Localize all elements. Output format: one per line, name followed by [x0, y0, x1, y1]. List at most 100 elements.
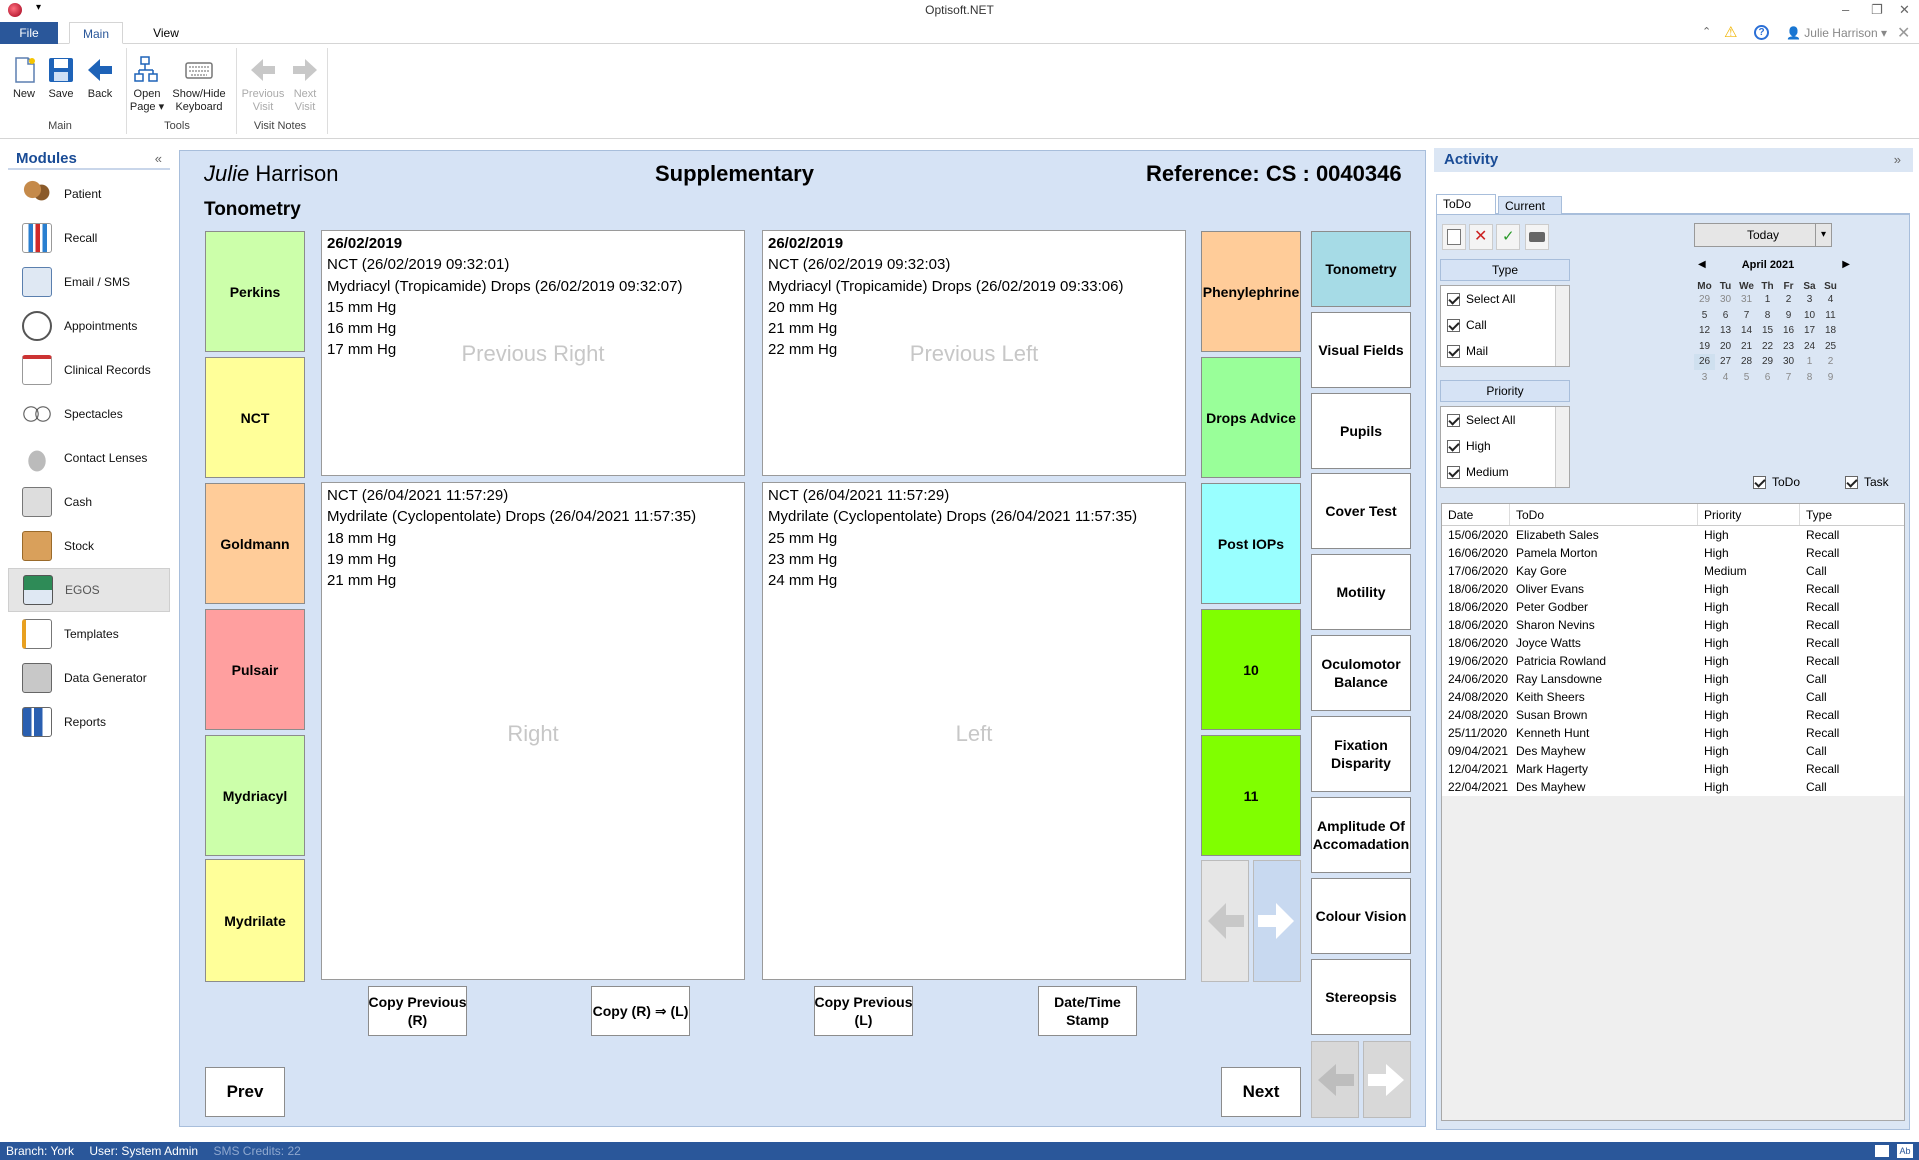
calendar-next-icon[interactable]: ▶	[1842, 259, 1850, 270]
type-select-all[interactable]: Select All	[1441, 286, 1569, 312]
calendar-day[interactable]: 1	[1757, 292, 1778, 308]
restore-button[interactable]: ❐	[1871, 2, 1883, 18]
calendar-day[interactable]: 28	[1736, 354, 1757, 370]
tab-view[interactable]: View	[144, 22, 188, 44]
nav-colour-vision[interactable]: Colour Vision	[1311, 878, 1411, 954]
module-email-sms[interactable]: Email / SMS	[8, 260, 170, 304]
calendar-day[interactable]: 24	[1799, 339, 1820, 355]
calendar-day[interactable]: 17	[1799, 323, 1820, 339]
tab-current[interactable]: Current	[1498, 196, 1562, 214]
nav-pupils[interactable]: Pupils	[1311, 393, 1411, 469]
module-recall[interactable]: Recall	[8, 216, 170, 260]
module-templates[interactable]: Templates	[8, 612, 170, 656]
right-panel[interactable]: NCT (26/04/2021 11:57:29) Mydrilate (Cycl…	[321, 482, 745, 980]
nav-visual-fields[interactable]: Visual Fields	[1311, 312, 1411, 388]
nav-stereopsis[interactable]: Stereopsis	[1311, 959, 1411, 1035]
perkins-button[interactable]: Perkins	[205, 231, 305, 352]
calendar-day[interactable]: 3	[1799, 292, 1820, 308]
column-type[interactable]: Type	[1800, 504, 1904, 525]
checkbox-checked-icon[interactable]	[1845, 476, 1858, 490]
new-activity-button[interactable]	[1442, 224, 1466, 250]
priority-filter-list[interactable]: Select All High Medium	[1440, 406, 1570, 488]
calendar-day[interactable]: 12	[1694, 323, 1715, 339]
status-text-size-icon[interactable]: Ab	[1897, 1144, 1913, 1158]
calendar-day[interactable]: 21	[1736, 339, 1757, 355]
user-menu[interactable]: 👤 Julie Harrison ▾	[1786, 26, 1887, 40]
status-window-icon[interactable]	[1875, 1145, 1889, 1157]
nav-page-left-button[interactable]	[1311, 1041, 1359, 1118]
previous-left-panel[interactable]: 26/02/2019 NCT (26/02/2019 09:32:03) Mydri…	[762, 230, 1186, 476]
calendar-day[interactable]: 22	[1757, 339, 1778, 355]
tab-todo[interactable]: ToDo	[1436, 194, 1496, 214]
module-stock[interactable]: Stock	[8, 524, 170, 568]
nct-button[interactable]: NCT	[205, 357, 305, 478]
nav-page-right-button[interactable]	[1363, 1041, 1411, 1118]
priority-medium[interactable]: Medium	[1441, 459, 1569, 485]
close-window-button[interactable]: ✕	[1899, 2, 1910, 18]
nav-amplitude-of-accomadation[interactable]: Amplitude Of Accomadation	[1311, 797, 1411, 873]
close-app-icon[interactable]: ✕	[1897, 23, 1910, 43]
calendar-day[interactable]: 30	[1778, 354, 1799, 370]
ribbon-collapse-icon[interactable]: ⌃	[1702, 25, 1711, 38]
table-row[interactable]: 15/06/2020 Elizabeth Sales High Recall	[1442, 526, 1904, 544]
calendar-day[interactable]: 30	[1715, 292, 1736, 308]
calendar-day[interactable]: 27	[1715, 354, 1736, 370]
today-dropdown-icon[interactable]: ▾	[1815, 224, 1831, 246]
nav-fixation-disparity[interactable]: Fixation Disparity	[1311, 716, 1411, 792]
table-row[interactable]: 18/06/2020 Peter Godber High Recall	[1442, 598, 1904, 616]
mydriacyl-button[interactable]: Mydriacyl	[205, 735, 305, 856]
module-spectacles[interactable]: Spectacles	[8, 392, 170, 436]
calendar-day[interactable]: 8	[1799, 370, 1820, 386]
warning-icon[interactable]: ⚠	[1724, 23, 1737, 41]
calendar-day[interactable]: 9	[1820, 370, 1841, 386]
priority-select-all[interactable]: Select All	[1441, 407, 1569, 433]
copy-right-to-left-button[interactable]: Copy (R) ⇒ (L)	[591, 986, 690, 1036]
minimize-button[interactable]: ‒	[1842, 2, 1849, 17]
previous-right-panel[interactable]: 26/02/2019 NCT (26/02/2019 09:32:01) Mydri…	[321, 230, 745, 476]
module-contact-lenses[interactable]: Contact Lenses	[8, 436, 170, 480]
table-row[interactable]: 25/11/2020 Kenneth Hunt High Recall	[1442, 724, 1904, 742]
previous-visit-button[interactable]: Previous Visit	[241, 50, 285, 114]
calendar-day[interactable]: 7	[1778, 370, 1799, 386]
next-button[interactable]: Next	[1221, 1067, 1301, 1117]
module-reports[interactable]: Reports	[8, 700, 170, 744]
table-row[interactable]: 09/04/2021 Des Mayhew High Call	[1442, 742, 1904, 760]
table-row[interactable]: 22/04/2021 Des Mayhew High Call	[1442, 778, 1904, 796]
calendar-day[interactable]: 5	[1736, 370, 1757, 386]
calendar-day[interactable]: 9	[1778, 308, 1799, 324]
save-button[interactable]: Save	[41, 50, 81, 101]
calendar-day[interactable]: 25	[1820, 339, 1841, 355]
value-10-button[interactable]: 10	[1201, 609, 1301, 730]
checkbox-checked-icon[interactable]	[1447, 466, 1460, 480]
calendar-day[interactable]: 15	[1757, 323, 1778, 339]
tab-file[interactable]: File	[0, 22, 58, 44]
copy-previous-left-button[interactable]: Copy Previous (L)	[814, 986, 913, 1036]
priority-high[interactable]: High	[1441, 433, 1569, 459]
type-filter-list[interactable]: Select All Call Mail	[1440, 285, 1570, 367]
goldmann-button[interactable]: Goldmann	[205, 483, 305, 604]
calendar-day[interactable]: 31	[1736, 292, 1757, 308]
column-todo[interactable]: ToDo	[1510, 504, 1698, 525]
column-priority[interactable]: Priority	[1698, 504, 1800, 525]
activity-collapse-button[interactable]: »	[1894, 148, 1901, 172]
calendar-day[interactable]: 23	[1778, 339, 1799, 355]
table-row[interactable]: 19/06/2020 Patricia Rowland High Recall	[1442, 652, 1904, 670]
module-appointments[interactable]: Appointments	[8, 304, 170, 348]
calendar-day[interactable]: 2	[1778, 292, 1799, 308]
copy-previous-right-button[interactable]: Copy Previous (R)	[368, 986, 467, 1036]
date-time-stamp-button[interactable]: Date/Time Stamp	[1038, 986, 1137, 1036]
module-cash[interactable]: Cash	[8, 480, 170, 524]
drops-advice-button[interactable]: Drops Advice	[1201, 357, 1301, 478]
delete-activity-button[interactable]: ✕	[1469, 224, 1493, 250]
checkbox-checked-icon[interactable]	[1753, 476, 1766, 490]
mydrilate-button[interactable]: Mydrilate	[205, 859, 305, 982]
open-page-button[interactable]: Open Page ▾	[127, 50, 167, 114]
tab-main[interactable]: Main	[69, 22, 123, 44]
phenylephrine-button[interactable]: Phenylephrine	[1201, 231, 1301, 352]
column-date[interactable]: Date	[1442, 504, 1510, 525]
calendar-day[interactable]: 3	[1694, 370, 1715, 386]
table-row[interactable]: 16/06/2020 Pamela Morton High Recall	[1442, 544, 1904, 562]
print-activity-button[interactable]	[1525, 224, 1549, 250]
table-row[interactable]: 17/06/2020 Kay Gore Medium Call	[1442, 562, 1904, 580]
calendar-day[interactable]: 7	[1736, 308, 1757, 324]
